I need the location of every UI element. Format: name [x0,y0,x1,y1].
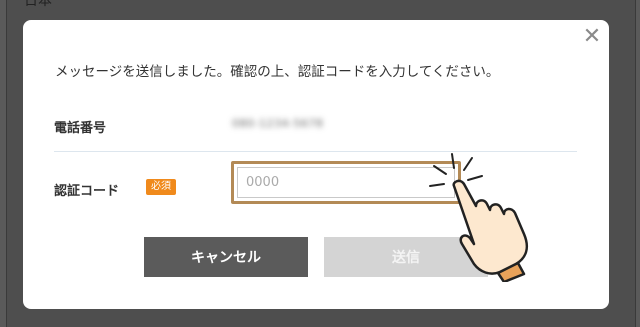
code-label: 認証コード [54,184,120,199]
phone-label: 電話番号 [54,121,107,136]
required-badge: 必須 [146,179,176,195]
cancel-button[interactable]: キャンセル [144,237,308,277]
background-title: 日本 [24,0,52,9]
code-input[interactable] [237,167,455,198]
pointing-hand-icon [429,153,528,282]
close-icon[interactable]: ✕ [581,26,603,48]
instruction-message: メッセージを送信しました。確認の上、認証コードを入力してください。 [55,64,500,80]
phone-value: 080-1234-5678 [232,117,324,130]
